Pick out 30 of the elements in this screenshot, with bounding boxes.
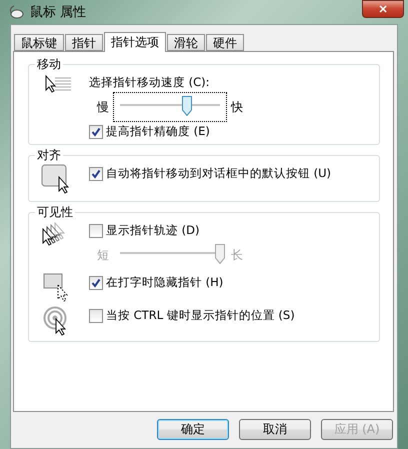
checkbox-label[interactable]: 提高指针精确度 (E) <box>106 124 210 139</box>
group-title: 移动 <box>36 56 62 73</box>
checkbox-label[interactable]: 在打字时隐藏指针 (H) <box>106 275 224 290</box>
mouse-icon <box>8 5 24 19</box>
dialog-button[interactable]: 取消 <box>239 419 311 440</box>
tab[interactable]: 指针选项 <box>104 32 166 52</box>
slider-max-label: 快 <box>231 98 243 116</box>
slider-min-label: 慢 <box>97 98 109 116</box>
checkbox-label[interactable]: 当按 CTRL 键时显示指针的位置 (S) <box>106 308 295 323</box>
slider-max-label: 长 <box>231 246 243 264</box>
checkbox[interactable] <box>89 276 103 290</box>
slider[interactable] <box>113 92 227 122</box>
slider-min-label: 短 <box>97 246 109 264</box>
slider-thumb[interactable] <box>182 96 192 116</box>
tab[interactable]: 鼠标键 <box>14 34 64 51</box>
tab[interactable]: 硬件 <box>206 34 244 51</box>
dialog-button[interactable]: 确定 <box>157 419 229 440</box>
checkbox-label[interactable]: 显示指针轨迹 (D) <box>106 223 200 238</box>
close-button[interactable]: ✕ <box>362 0 404 18</box>
tab[interactable]: 滑轮 <box>167 34 205 51</box>
window-title: 鼠标 属性 <box>30 4 88 21</box>
checkbox-label[interactable]: 自动将指针移动到对话框中的默认按钮 (U) <box>106 166 332 181</box>
tab[interactable]: 指针 <box>65 34 103 51</box>
group-title: 可见性 <box>36 204 74 221</box>
speed-label: 选择指针移动速度 (C): <box>89 75 211 90</box>
checkbox[interactable] <box>89 224 103 238</box>
group-title: 对齐 <box>36 147 62 164</box>
checkbox[interactable] <box>89 166 103 180</box>
checkbox[interactable] <box>89 124 103 138</box>
checkbox[interactable] <box>89 308 103 322</box>
